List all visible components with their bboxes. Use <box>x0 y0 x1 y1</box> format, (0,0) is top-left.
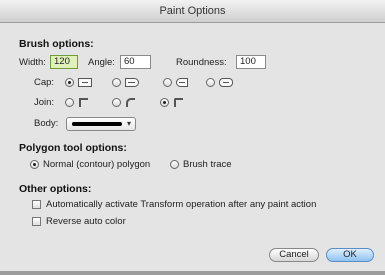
roundness-field[interactable]: 100 <box>236 55 266 69</box>
width-label: Width: <box>19 57 46 68</box>
title-bar: Paint Options <box>0 0 385 23</box>
cap-radio-projecting[interactable] <box>163 78 172 87</box>
cap-radio-square[interactable] <box>206 78 215 87</box>
window-title: Paint Options <box>159 5 226 17</box>
cap-label: Cap: <box>34 77 55 88</box>
window-bottom-edge <box>0 271 385 275</box>
join-radio-miter[interactable] <box>65 98 74 107</box>
chevron-down-icon: ▾ <box>126 119 131 128</box>
join-radio-bevel[interactable] <box>160 98 169 107</box>
cancel-button[interactable]: Cancel <box>269 248 319 262</box>
polygon-radio-normal[interactable] <box>30 160 39 169</box>
other-options-heading: Other options: <box>19 183 92 195</box>
polygon-normal-label[interactable]: Normal (contour) polygon <box>43 159 150 170</box>
join-radio-round[interactable] <box>112 98 121 107</box>
auto-transform-checkbox[interactable] <box>32 200 41 209</box>
polygon-trace-label[interactable]: Brush trace <box>183 159 232 170</box>
body-stroke-swatch <box>72 122 122 126</box>
angle-field[interactable]: 60 <box>120 55 151 69</box>
butt-cap-icon <box>78 78 92 87</box>
cap-radio-butt[interactable] <box>65 78 74 87</box>
width-field[interactable]: 120 <box>50 55 78 69</box>
angle-label: Angle: <box>88 57 115 68</box>
round-join-icon <box>126 98 135 107</box>
miter-join-icon <box>79 98 88 107</box>
round-cap-icon <box>125 78 139 87</box>
auto-transform-label[interactable]: Automatically activate Transform operati… <box>46 199 316 210</box>
projecting-cap-icon <box>176 78 188 87</box>
cap-radio-round[interactable] <box>112 78 121 87</box>
brush-options-heading: Brush options: <box>19 38 94 50</box>
reverse-color-label[interactable]: Reverse auto color <box>46 216 126 227</box>
join-label: Join: <box>34 97 55 108</box>
bevel-join-icon <box>174 98 183 107</box>
ok-button[interactable]: OK <box>326 248 374 262</box>
body-color-select[interactable]: ▾ <box>66 117 136 131</box>
roundness-label: Roundness: <box>176 57 227 68</box>
square-cap-icon <box>219 78 233 87</box>
body-label: Body: <box>34 118 59 129</box>
reverse-color-checkbox[interactable] <box>32 217 41 226</box>
polygon-radio-trace[interactable] <box>170 160 179 169</box>
polygon-options-heading: Polygon tool options: <box>19 142 127 154</box>
